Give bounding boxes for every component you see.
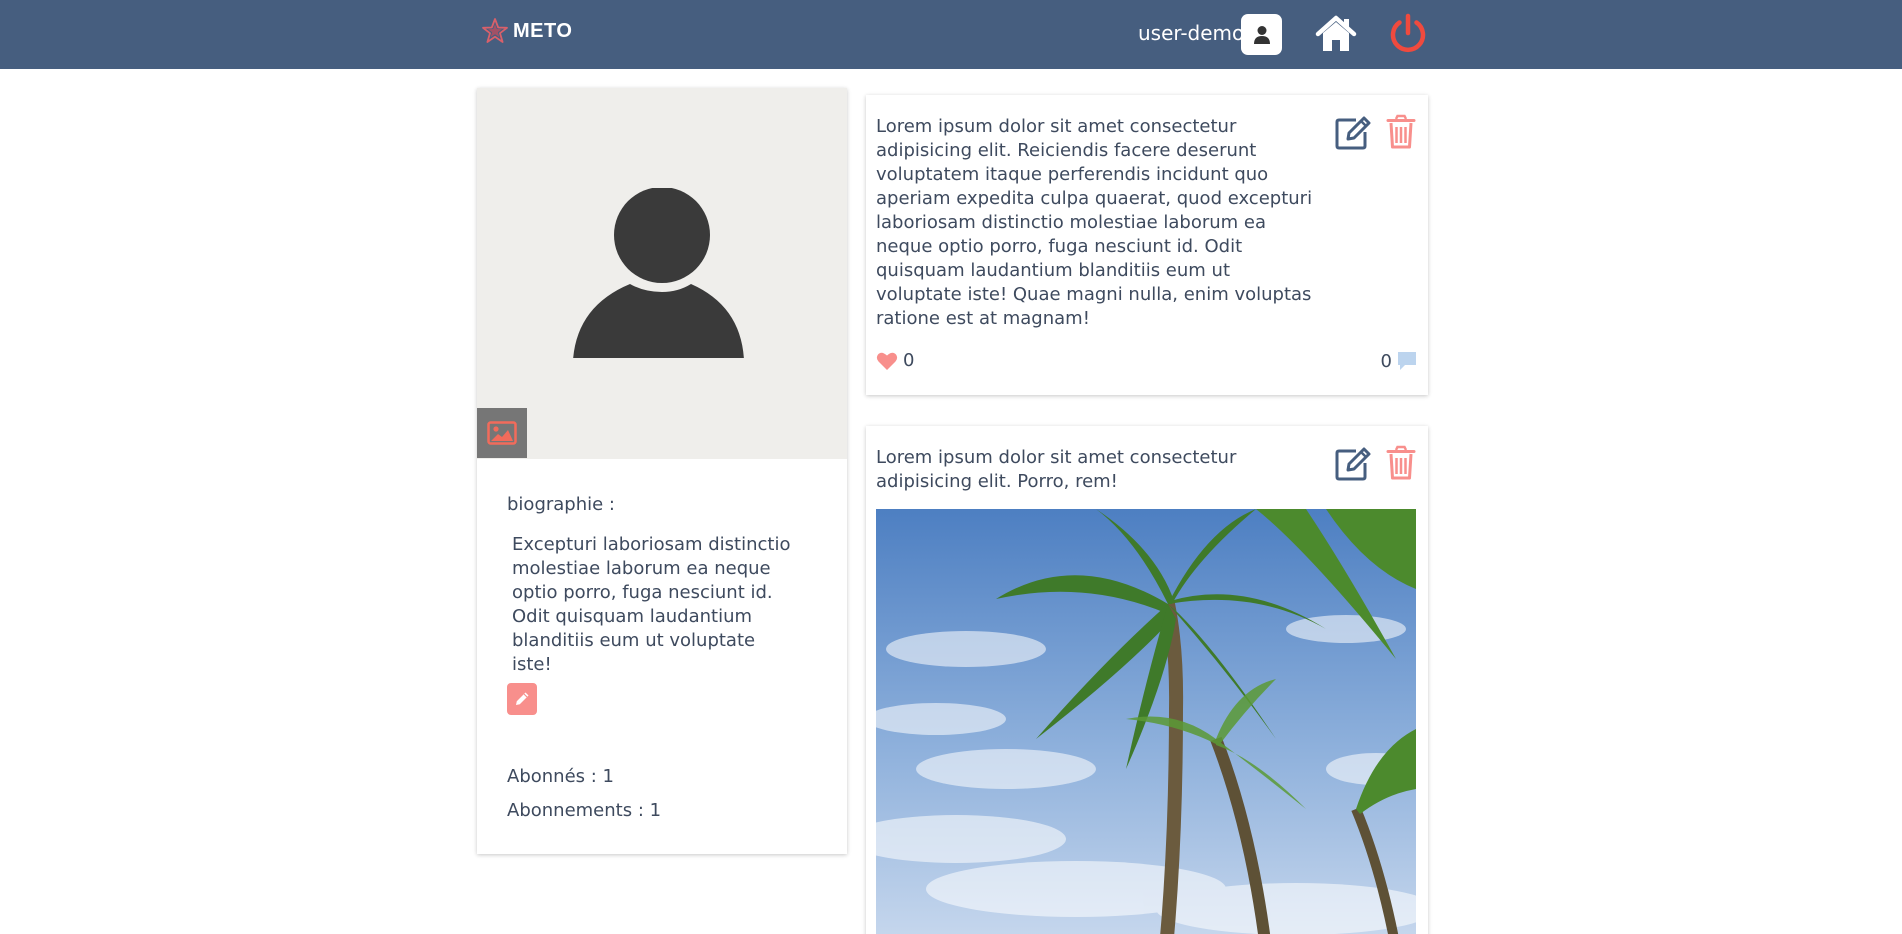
- bio-text: Excepturi laboriosam distinctio molestia…: [512, 534, 791, 675]
- profile-avatar: [477, 88, 847, 459]
- top-navbar: METO user-demo: [0, 0, 1902, 69]
- following-count[interactable]: Abonnements : 1: [507, 800, 661, 821]
- profile-button[interactable]: [1241, 14, 1282, 55]
- user-icon: [1253, 25, 1270, 44]
- edit-post-button[interactable]: [1334, 115, 1372, 151]
- home-icon: [1315, 15, 1357, 51]
- image-icon: [487, 421, 517, 445]
- comments-button[interactable]: 0: [1381, 350, 1418, 372]
- pencil-icon: [516, 692, 529, 705]
- edit-bio-button[interactable]: [507, 683, 537, 715]
- logout-button[interactable]: [1386, 11, 1430, 55]
- change-photo-button[interactable]: [477, 408, 527, 458]
- followers-count[interactable]: Abonnés : 1: [507, 766, 614, 787]
- default-avatar-icon: [573, 188, 744, 358]
- post-text: Lorem ipsum dolor sit amet consectetur a…: [876, 447, 1237, 492]
- logo-text: METO: [513, 19, 573, 42]
- trash-icon: [1386, 445, 1416, 480]
- edit-icon: [1335, 116, 1371, 150]
- comment-icon: [1398, 352, 1416, 370]
- post-card: Lorem ipsum dolor sit amet consectetur a…: [866, 426, 1428, 934]
- app-logo[interactable]: METO: [480, 15, 572, 47]
- like-button[interactable]: 0: [876, 350, 914, 371]
- delete-post-button[interactable]: [1386, 114, 1416, 150]
- palm-trees-photo: [876, 509, 1416, 934]
- star-logo-icon: [482, 18, 508, 43]
- power-icon: [1390, 13, 1426, 53]
- heart-icon: [876, 352, 898, 370]
- like-count: 0: [903, 350, 915, 371]
- trash-icon: [1386, 114, 1416, 149]
- delete-post-button[interactable]: [1386, 445, 1416, 481]
- post-card: Lorem ipsum dolor sit amet consectetur a…: [866, 95, 1428, 395]
- home-button[interactable]: [1314, 12, 1358, 56]
- bio-label: biographie :: [507, 494, 615, 515]
- comment-count: 0: [1380, 350, 1392, 372]
- username-label[interactable]: user-demo: [1138, 21, 1244, 45]
- edit-icon: [1335, 447, 1371, 481]
- edit-post-button[interactable]: [1334, 446, 1372, 482]
- post-text: Lorem ipsum dolor sit amet consectetur a…: [876, 116, 1313, 329]
- post-image: [876, 509, 1416, 934]
- profile-card: biographie : Excepturi laboriosam distin…: [477, 88, 847, 854]
